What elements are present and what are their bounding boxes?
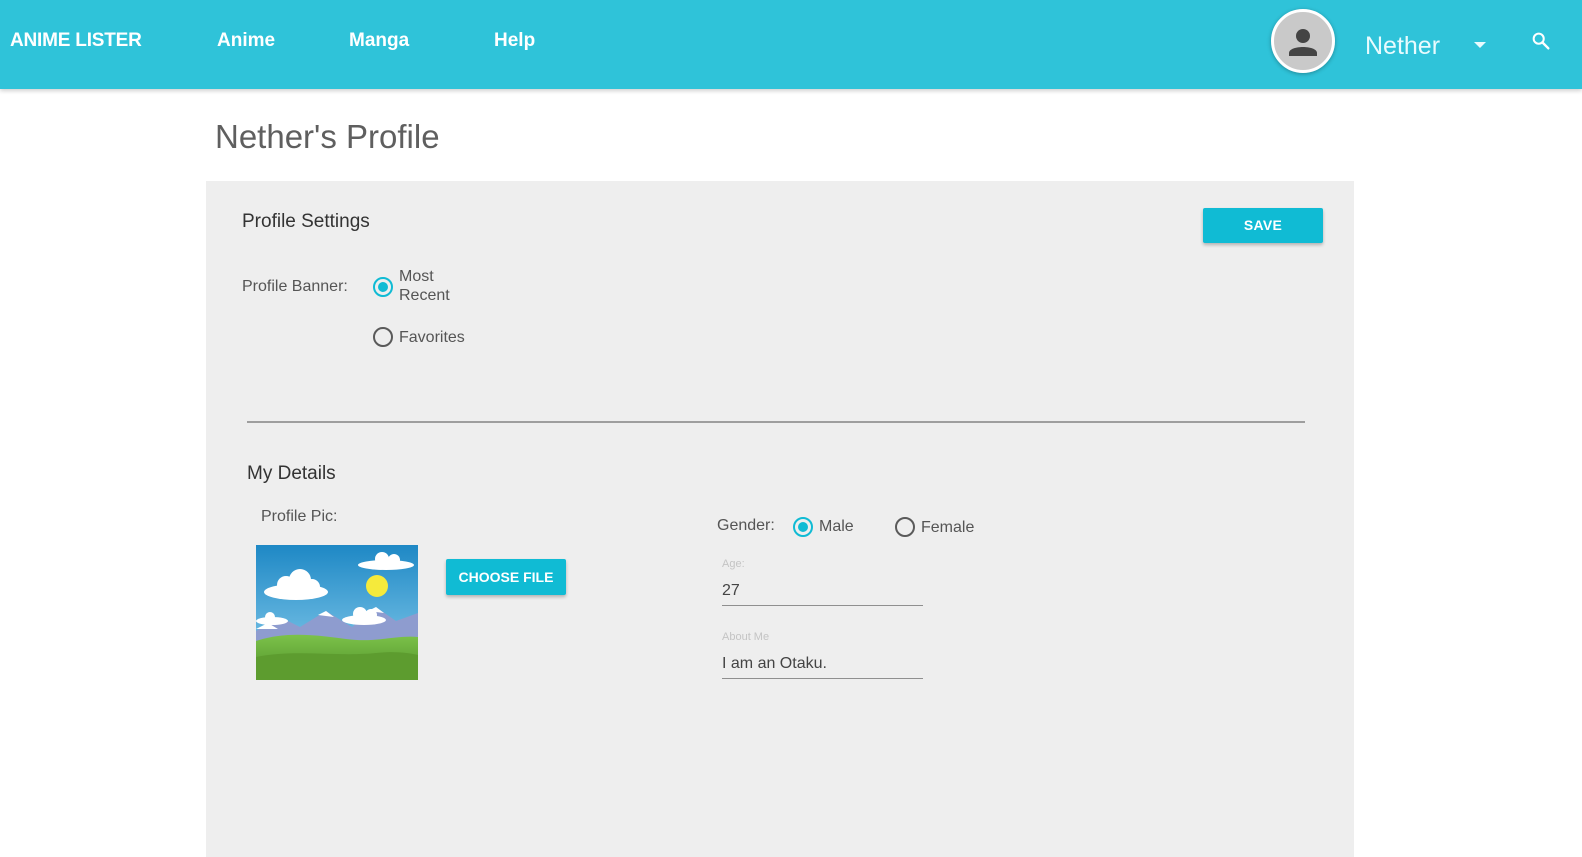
top-app-bar: ANIME LISTER Anime Manga Help Nether — [0, 0, 1582, 89]
banner-most-recent-line1: Most — [399, 268, 434, 285]
profile-pic-image — [256, 545, 418, 680]
save-button[interactable]: SAVE — [1203, 208, 1323, 243]
about-me-field[interactable] — [722, 649, 923, 679]
gender-male-label[interactable]: Male — [819, 517, 854, 536]
gender-female-label[interactable]: Female — [921, 518, 974, 537]
nav-link-anime[interactable]: Anime — [217, 30, 275, 52]
avatar[interactable] — [1271, 9, 1335, 73]
gender-female-radio[interactable] — [895, 517, 915, 537]
page-title: Nether's Profile — [215, 118, 440, 155]
profile-banner-label: Profile Banner: — [242, 278, 348, 295]
gender-male-radio[interactable] — [793, 517, 813, 537]
landscape-image — [256, 545, 418, 680]
caret-down-icon[interactable] — [1474, 42, 1486, 48]
banner-favorites-radio[interactable] — [373, 327, 393, 347]
nav-link-manga[interactable]: Manga — [349, 30, 409, 52]
age-caption: Age: — [722, 558, 745, 570]
gender-label: Gender: — [717, 517, 775, 534]
section-divider — [247, 421, 1305, 423]
person-icon — [1289, 29, 1317, 56]
age-field[interactable] — [722, 576, 923, 606]
banner-most-recent-line2: Recent — [399, 287, 450, 304]
username-menu[interactable]: Nether — [1365, 32, 1440, 61]
brand-logo[interactable]: ANIME LISTER — [10, 30, 142, 52]
profile-pic-label: Profile Pic: — [261, 508, 338, 525]
profile-settings-heading: Profile Settings — [242, 211, 370, 232]
choose-file-button[interactable]: CHOOSE FILE — [446, 559, 566, 595]
about-me-caption: About Me — [722, 631, 770, 643]
search-icon[interactable] — [1530, 30, 1552, 52]
banner-most-recent-label[interactable]: Most Recent — [399, 267, 450, 305]
banner-favorites-label[interactable]: Favorites — [399, 328, 465, 347]
nav-link-help[interactable]: Help — [494, 30, 535, 52]
banner-most-recent-radio[interactable] — [373, 277, 393, 297]
my-details-heading: My Details — [247, 463, 336, 484]
